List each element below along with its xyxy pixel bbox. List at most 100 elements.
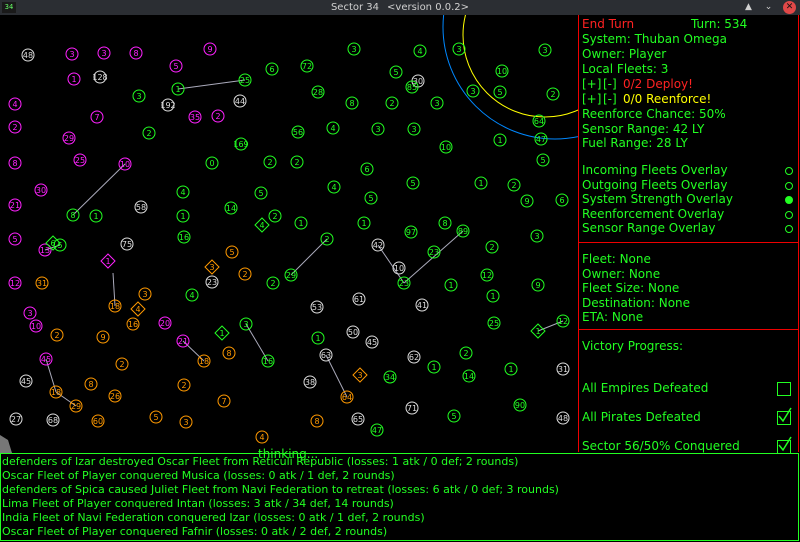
galaxy-map[interactable]: 48 3 3 8 9 3 4 3 3 1 128 5 6 72 5 30 85 10 4 3 1 25 28 3 5 2 192 44… bbox=[0, 0, 668, 461]
star-system[interactable]: 5 bbox=[149, 410, 163, 424]
star-system[interactable]: 12 bbox=[556, 314, 570, 328]
star-system[interactable]: 192 bbox=[160, 98, 176, 112]
star-system[interactable]: 72 bbox=[300, 59, 314, 73]
star-system[interactable]: 63 bbox=[319, 348, 333, 362]
star-system[interactable]: 29 bbox=[69, 399, 83, 413]
star-system[interactable]: 5 bbox=[169, 59, 183, 73]
star-system[interactable]: 169 bbox=[233, 137, 249, 151]
overlay-radio[interactable] bbox=[785, 167, 793, 175]
overlay-radio[interactable] bbox=[785, 196, 793, 204]
reenforce-button[interactable]: 0/0 Reenforce! bbox=[623, 92, 711, 107]
star-system[interactable]: 1 bbox=[427, 360, 441, 374]
star-system[interactable]: 2 bbox=[177, 378, 191, 392]
star-system[interactable]: 5 bbox=[493, 85, 507, 99]
star-system[interactable]: 3 bbox=[466, 84, 480, 98]
star-system[interactable]: 8 bbox=[84, 377, 98, 391]
reenforce-minus-button[interactable]: [-] bbox=[603, 92, 617, 107]
star-system[interactable]: 75 bbox=[120, 237, 134, 251]
star-system[interactable]: 48 bbox=[21, 48, 35, 62]
star-system[interactable]: 50 bbox=[346, 325, 360, 339]
star-system[interactable]: 38 bbox=[303, 375, 317, 389]
star-system[interactable]: 8 bbox=[8, 156, 22, 170]
star-system[interactable]: 21 bbox=[176, 334, 190, 348]
star-system[interactable]: 7 bbox=[217, 394, 231, 408]
star-system[interactable]: 9 bbox=[531, 278, 545, 292]
star-system[interactable]: 12 bbox=[480, 268, 494, 282]
fleet-marker[interactable]: 4 bbox=[254, 217, 270, 233]
star-system[interactable]: 25 bbox=[73, 153, 87, 167]
star-system[interactable]: 56 bbox=[291, 125, 305, 139]
star-system[interactable]: 44 bbox=[233, 94, 247, 108]
star-system[interactable]: 5 bbox=[53, 238, 67, 252]
star-system[interactable]: 5 bbox=[536, 153, 550, 167]
star-system[interactable]: 61 bbox=[352, 292, 366, 306]
end-turn-button[interactable]: End Turn bbox=[582, 17, 634, 32]
star-system[interactable]: 8 bbox=[345, 96, 359, 110]
star-system[interactable]: 8 bbox=[129, 46, 143, 60]
star-system[interactable]: 3 bbox=[530, 229, 544, 243]
star-system[interactable]: 9 bbox=[520, 194, 534, 208]
star-system[interactable]: 1 bbox=[171, 82, 185, 96]
reenforce-plus-button[interactable]: [+] bbox=[582, 92, 601, 107]
star-system[interactable]: 4 bbox=[326, 121, 340, 135]
deploy-minus-button[interactable]: [-] bbox=[603, 77, 617, 92]
star-system[interactable]: 14 bbox=[462, 369, 476, 383]
star-system[interactable]: 60 bbox=[91, 414, 105, 428]
star-system[interactable]: 21 bbox=[8, 198, 22, 212]
star-system[interactable]: 2 bbox=[546, 87, 560, 101]
deploy-plus-button[interactable]: [+] bbox=[582, 77, 601, 92]
star-system[interactable]: 3 bbox=[347, 42, 361, 56]
star-system[interactable]: 20 bbox=[158, 316, 172, 330]
star-system[interactable]: 26 bbox=[108, 389, 122, 403]
star-system[interactable]: 42 bbox=[371, 238, 385, 252]
star-system[interactable]: 16 bbox=[177, 230, 191, 244]
star-system[interactable]: 4 bbox=[176, 185, 190, 199]
star-system[interactable]: 29 bbox=[62, 131, 76, 145]
star-system[interactable]: 8 bbox=[222, 346, 236, 360]
star-system[interactable]: 23 bbox=[205, 275, 219, 289]
star-system[interactable]: 64 bbox=[532, 114, 546, 128]
star-system[interactable]: 58 bbox=[134, 200, 148, 214]
star-system[interactable]: 2 bbox=[385, 96, 399, 110]
star-system[interactable]: 7 bbox=[90, 110, 104, 124]
star-system[interactable]: 10 bbox=[118, 157, 132, 171]
star-system[interactable]: 5 bbox=[225, 245, 239, 259]
fleet-marker[interactable]: 4 bbox=[130, 301, 146, 317]
fleet-marker[interactable]: 1 bbox=[214, 325, 230, 341]
star-system[interactable]: 10 bbox=[439, 140, 453, 154]
star-system[interactable]: 3 bbox=[239, 317, 253, 331]
star-system[interactable]: 2 bbox=[268, 209, 282, 223]
star-system[interactable]: 2 bbox=[211, 109, 225, 123]
star-system[interactable]: 65 bbox=[351, 412, 365, 426]
star-systems[interactable]: 48 3 3 8 9 3 4 3 31 1285 6 7253085104312528 3 5 2192 44… bbox=[8, 42, 570, 444]
star-system[interactable]: 2 bbox=[320, 232, 334, 246]
star-system[interactable]: 8 bbox=[438, 216, 452, 230]
star-system[interactable]: 31 bbox=[35, 276, 49, 290]
star-system[interactable]: 6 bbox=[555, 193, 569, 207]
star-system[interactable]: 5 bbox=[8, 232, 22, 246]
star-system[interactable]: 8 bbox=[66, 208, 80, 222]
star-system[interactable]: 45 bbox=[19, 374, 33, 388]
star-system[interactable]: 9 bbox=[203, 42, 217, 56]
close-icon[interactable]: ✕ bbox=[783, 1, 796, 14]
star-system[interactable]: 6 bbox=[360, 162, 374, 176]
fleet-marker[interactable]: 3 bbox=[204, 259, 220, 275]
star-system[interactable]: 18 bbox=[108, 299, 122, 313]
star-system[interactable]: 16 bbox=[126, 317, 140, 331]
star-system[interactable]: 25 bbox=[487, 316, 501, 330]
star-system[interactable]: 2 bbox=[115, 357, 129, 371]
star-system[interactable]: 2 bbox=[50, 328, 64, 342]
star-system[interactable]: 3 bbox=[23, 306, 37, 320]
star-system[interactable]: 2 bbox=[290, 155, 304, 169]
star-system[interactable]: 25 bbox=[238, 73, 252, 87]
star-system[interactable]: 3 bbox=[538, 43, 552, 57]
star-system[interactable]: 4 bbox=[185, 288, 199, 302]
star-system[interactable]: 45 bbox=[39, 352, 53, 366]
overlay-option-label[interactable]: Reenforcement Overlay bbox=[582, 207, 724, 222]
star-system[interactable]: 5 bbox=[364, 191, 378, 205]
star-system[interactable]: 12 bbox=[8, 276, 22, 290]
star-system[interactable]: 2 bbox=[485, 240, 499, 254]
star-system[interactable]: 3 bbox=[371, 122, 385, 136]
star-system[interactable]: 47 bbox=[370, 423, 384, 437]
overlay-radio[interactable] bbox=[785, 182, 793, 190]
